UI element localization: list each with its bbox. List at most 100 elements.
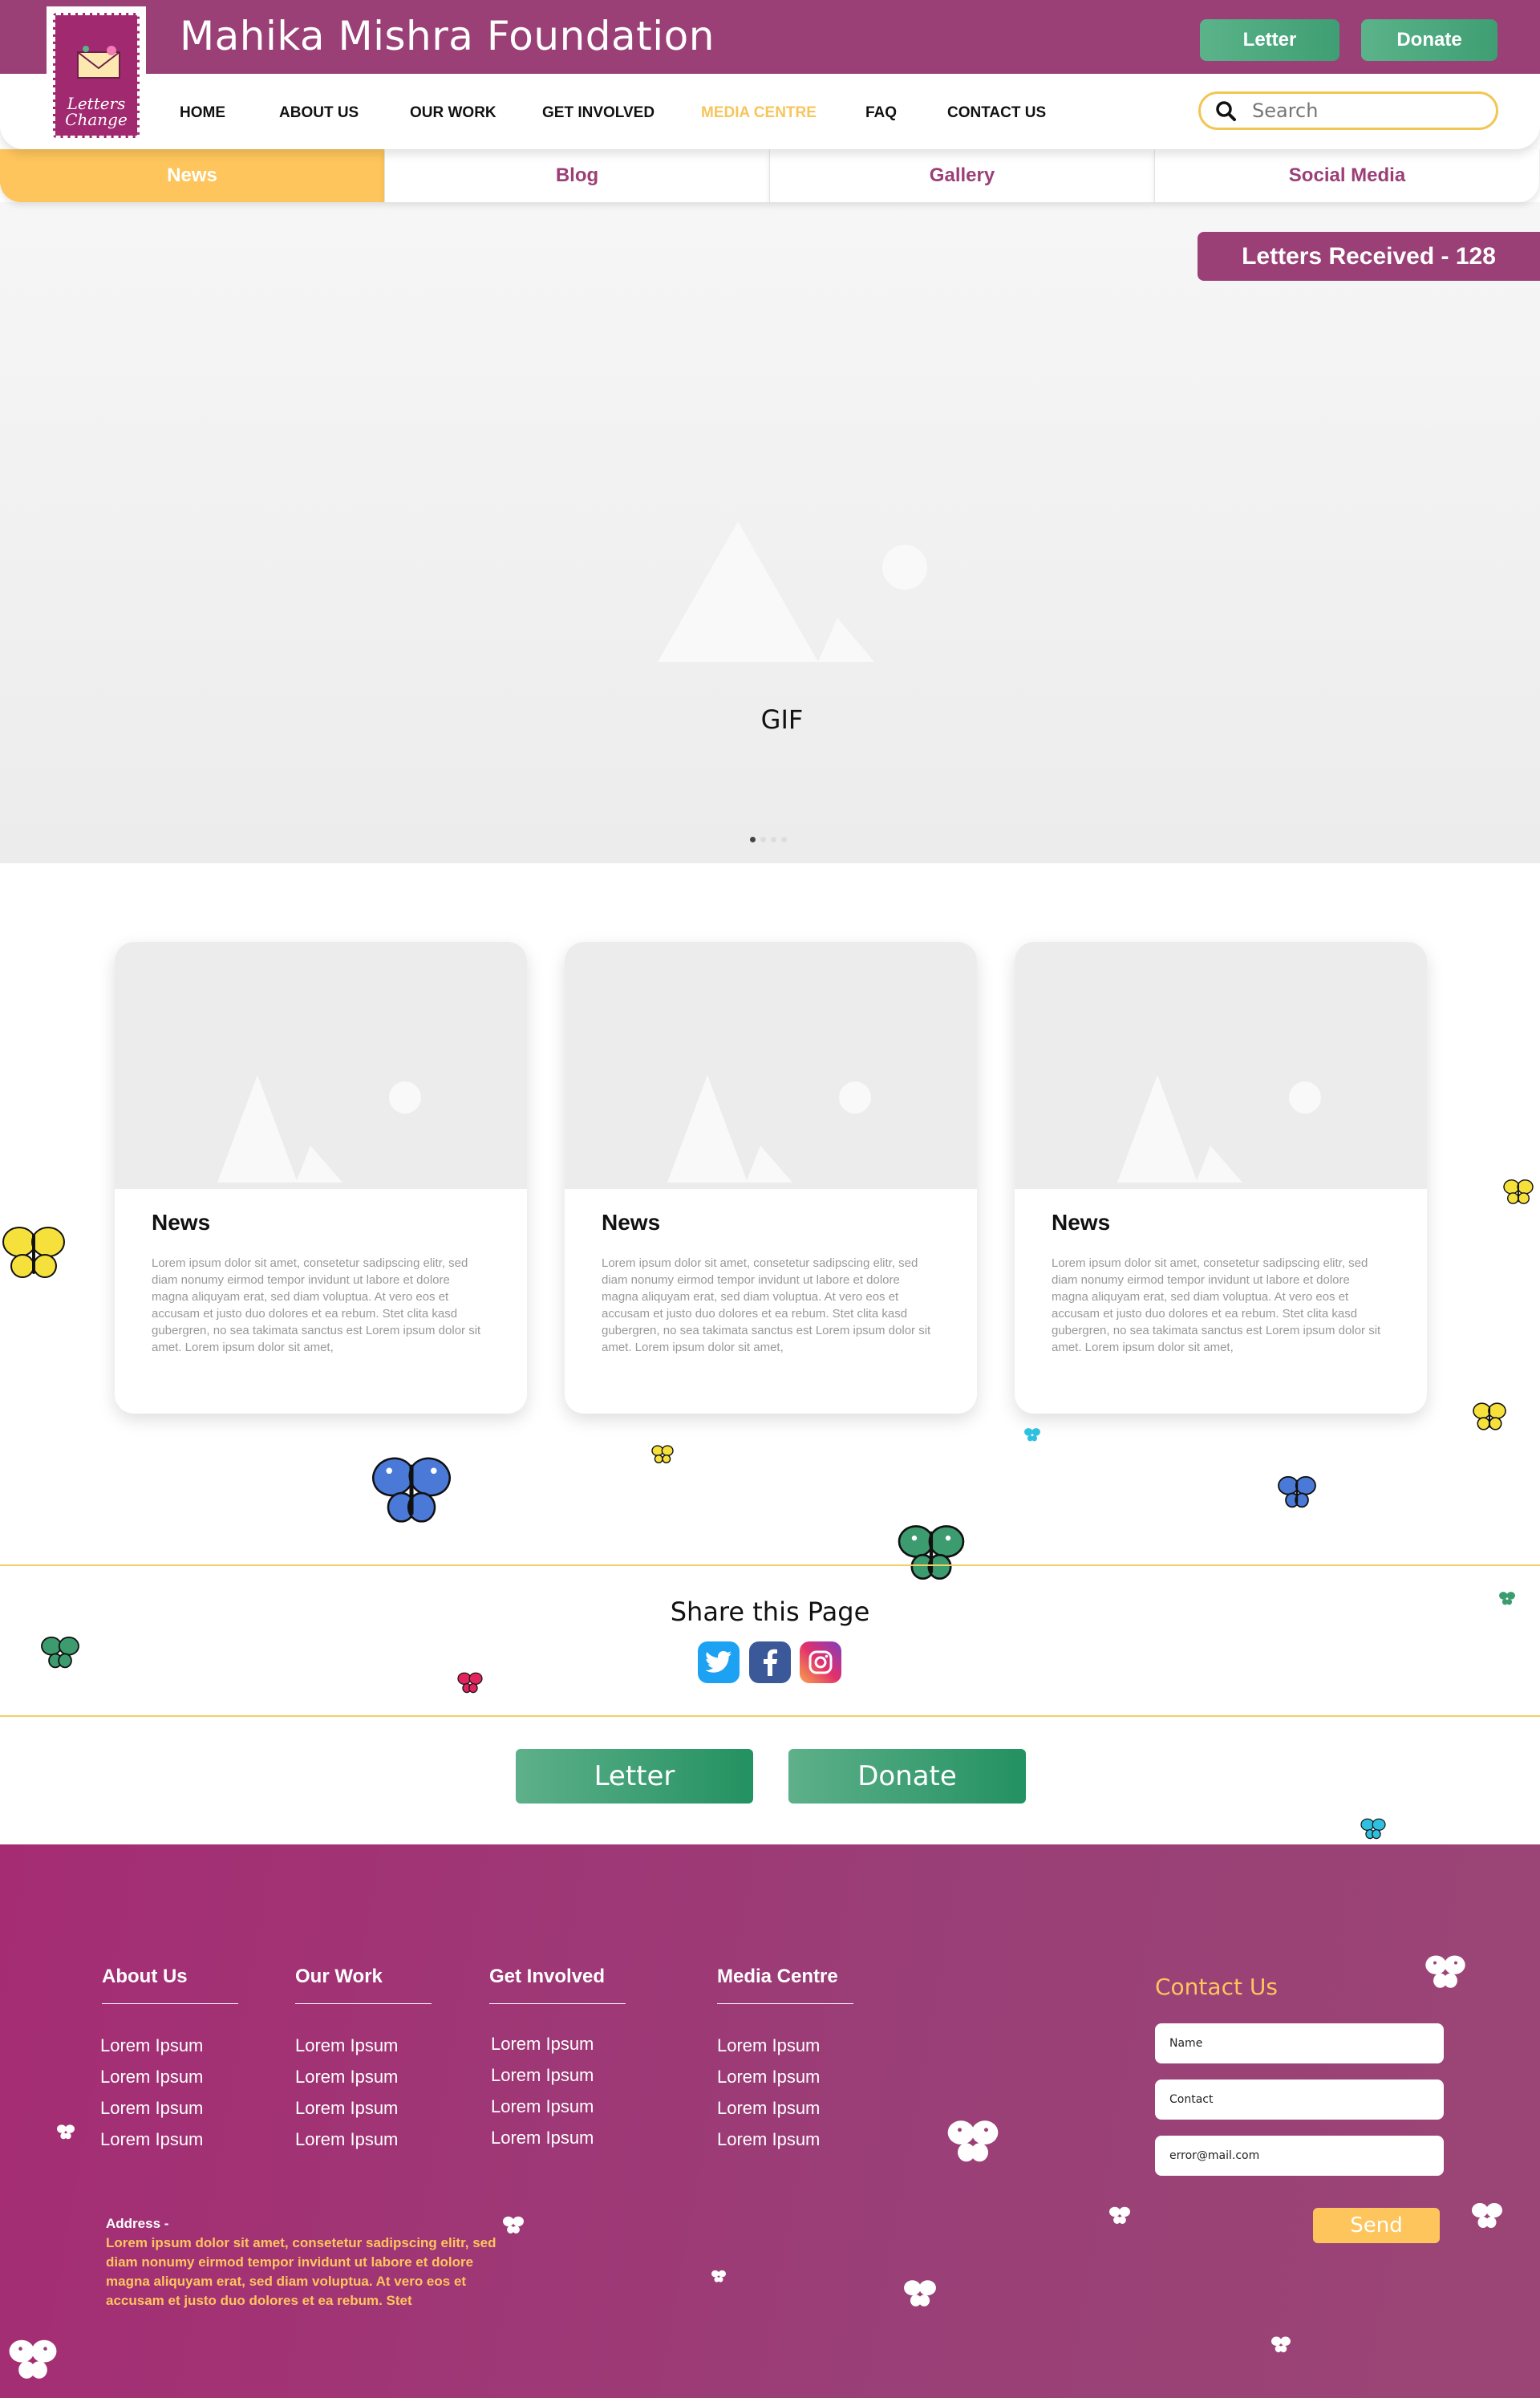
butterfly-icon (2, 1227, 65, 1278)
butterfly-icon (503, 2216, 524, 2234)
nav-home[interactable]: HOME (180, 104, 225, 122)
nav-media-centre[interactable]: MEDIA CENTRE (701, 104, 817, 122)
tab-news[interactable]: News (0, 149, 385, 202)
butterfly-icon (1271, 2336, 1291, 2353)
footer-link[interactable]: Lorem Ipsum (491, 2034, 594, 2055)
name-field[interactable] (1155, 2023, 1444, 2063)
card-title: News (152, 1210, 211, 1235)
butterfly-icon (457, 1672, 483, 1694)
search-icon (1216, 101, 1236, 121)
tab-gallery[interactable]: Gallery (770, 149, 1155, 202)
footer-heading-rule (102, 2003, 238, 2004)
nav-our-work[interactable]: OUR WORK (410, 104, 496, 122)
nav-about-us[interactable]: ABOUT US (279, 104, 359, 122)
butterfly-icon (1425, 1955, 1465, 1988)
card-image (115, 942, 527, 1189)
butterfly-icon (947, 2120, 999, 2162)
search-box[interactable] (1198, 91, 1498, 130)
address-label: Address - (106, 2216, 169, 2231)
search-input[interactable] (1252, 99, 1477, 122)
butterfly-icon (1109, 2206, 1130, 2224)
butterfly-icon (898, 1525, 965, 1580)
card-body: Lorem ipsum dolor sit amet, consetetur s… (602, 1256, 931, 1354)
butterfly-icon (651, 1445, 674, 1463)
footer-link[interactable]: Lorem Ipsum (491, 2096, 594, 2117)
logo-text-line2: Change (65, 110, 128, 129)
footer-heading-about-us: About Us (102, 1966, 188, 1987)
card-body: Lorem ipsum dolor sit amet, consetetur s… (152, 1256, 481, 1354)
footer-heading-rule (295, 2003, 432, 2004)
section-divider (0, 1715, 1540, 1717)
card-title: News (1052, 1210, 1111, 1235)
letter-cta-button[interactable]: Letter (516, 1749, 753, 1804)
footer-heading-media-centre: Media Centre (717, 1966, 838, 1987)
footer-link[interactable]: Lorem Ipsum (717, 2035, 820, 2056)
logo-text-line1: Letters (67, 94, 126, 113)
main-nav: HOME ABOUT US OUR WORK GET INVOLVED MEDI… (0, 74, 1540, 149)
carousel-dot[interactable] (781, 837, 787, 842)
section-divider (0, 1564, 1540, 1566)
nav-contact-us[interactable]: CONTACT US (947, 104, 1046, 122)
card-image (565, 942, 977, 1189)
footer-link[interactable]: Lorem Ipsum (717, 2098, 820, 2119)
footer-link[interactable]: Lorem Ipsum (100, 2129, 203, 2150)
nav-faq[interactable]: FAQ (865, 104, 897, 122)
footer-link[interactable]: Lorem Ipsum (295, 2035, 398, 2056)
butterfly-icon (711, 2270, 726, 2282)
butterfly-icon (1472, 2203, 1502, 2228)
news-card[interactable]: News Lorem ipsum dolor sit amet, consete… (565, 942, 977, 1414)
logo-stamp: Letters Change (53, 13, 140, 138)
carousel-dot[interactable] (760, 837, 766, 842)
footer-heading-our-work: Our Work (295, 1966, 383, 1987)
footer-link[interactable]: Lorem Ipsum (100, 2067, 203, 2088)
image-placeholder-icon (658, 521, 927, 662)
envelope-icon (77, 46, 120, 79)
news-card[interactable]: News Lorem ipsum dolor sit amet, consete… (115, 942, 527, 1414)
butterfly-icon (372, 1457, 451, 1523)
footer-link[interactable]: Lorem Ipsum (717, 2067, 820, 2088)
footer (0, 1844, 1540, 2398)
tab-social-media[interactable]: Social Media (1155, 149, 1540, 202)
carousel-dot[interactable] (750, 837, 756, 842)
brand-logo[interactable]: Letters Change (47, 6, 146, 144)
letters-received-badge: Letters Received - 128 (1198, 232, 1540, 281)
instagram-icon[interactable] (800, 1641, 841, 1683)
carousel-dot[interactable] (771, 837, 776, 842)
twitter-icon[interactable] (698, 1641, 740, 1683)
facebook-icon[interactable] (749, 1641, 791, 1683)
image-placeholder-icon (1117, 1075, 1321, 1183)
butterfly-icon (1503, 1179, 1534, 1204)
footer-link[interactable]: Lorem Ipsum (491, 2128, 594, 2148)
letter-button[interactable]: Letter (1200, 19, 1339, 61)
footer-link[interactable]: Lorem Ipsum (717, 2129, 820, 2150)
instagram-camera-glyph (808, 1650, 833, 1674)
image-placeholder-icon (667, 1075, 871, 1183)
footer-link[interactable]: Lorem Ipsum (491, 2065, 594, 2086)
butterfly-icon (1360, 1818, 1386, 1840)
footer-link[interactable]: Lorem Ipsum (295, 2098, 398, 2119)
card-title: News (602, 1210, 661, 1235)
email-field[interactable] (1155, 2136, 1444, 2176)
footer-link[interactable]: Lorem Ipsum (295, 2067, 398, 2088)
nav-get-involved[interactable]: GET INVOLVED (542, 104, 654, 122)
donate-cta-button[interactable]: Donate (788, 1749, 1026, 1804)
footer-link[interactable]: Lorem Ipsum (100, 2098, 203, 2119)
butterfly-icon (904, 2280, 936, 2307)
butterfly-icon (1278, 1475, 1316, 1508)
footer-heading-rule (717, 2003, 853, 2004)
contact-heading: Contact Us (1155, 1974, 1278, 2000)
hero-caption: GIF (760, 704, 804, 735)
share-title: Share this Page (670, 1597, 870, 1627)
butterfly-icon (57, 2124, 75, 2140)
logo-text: Letters Change (65, 95, 128, 136)
contact-field[interactable] (1155, 2079, 1444, 2120)
tab-blog[interactable]: Blog (385, 149, 770, 202)
footer-link[interactable]: Lorem Ipsum (295, 2129, 398, 2150)
footer-heading-get-involved: Get Involved (489, 1966, 606, 1987)
donate-button[interactable]: Donate (1361, 19, 1497, 61)
footer-link[interactable]: Lorem Ipsum (100, 2035, 203, 2056)
image-placeholder-icon (217, 1075, 421, 1183)
send-button[interactable]: Send (1313, 2208, 1440, 2243)
news-card[interactable]: News Lorem ipsum dolor sit amet, consete… (1015, 942, 1427, 1414)
card-image (1015, 942, 1427, 1189)
